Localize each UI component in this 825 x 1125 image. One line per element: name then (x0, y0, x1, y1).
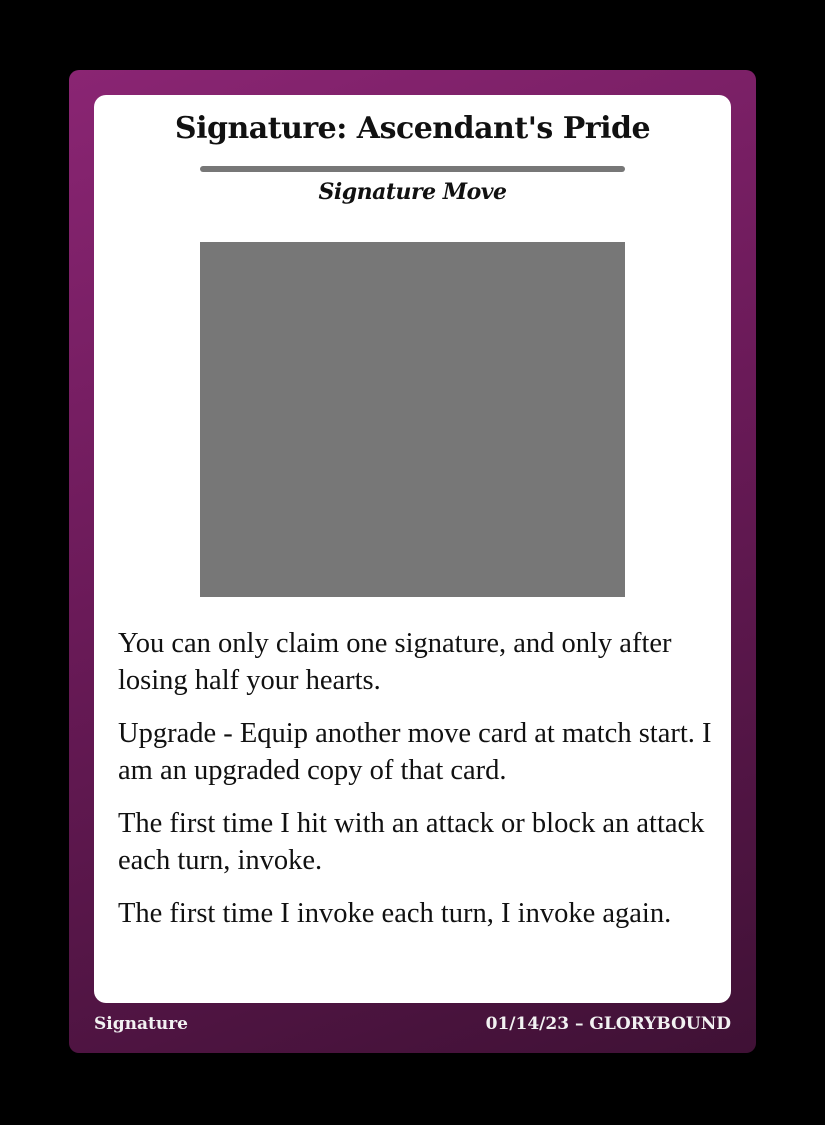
card-title: Signature: Ascendant's Pride (174, 111, 651, 146)
footer-date-set: 01/14/23 – GLORYBOUND (485, 1014, 731, 1034)
title-divider (200, 166, 625, 172)
rules-paragraph: Upgrade - Equip another move card at mat… (118, 718, 712, 786)
card-type-line: Signature Move (318, 179, 507, 205)
card-body: Signature: Ascendant's Pride Signature M… (94, 95, 731, 1003)
rules-paragraph: You can only claim one signature, and on… (118, 628, 672, 696)
page: Signature: Ascendant's Pride Signature M… (0, 0, 825, 1125)
rules-text-box: You can only claim one signature, and on… (118, 625, 718, 948)
card-art-placeholder (200, 242, 625, 597)
footer-category: Signature (94, 1014, 188, 1034)
card-frame: Signature: Ascendant's Pride Signature M… (69, 70, 756, 1053)
rules-paragraph: The first time I invoke each turn, I inv… (118, 898, 672, 929)
rules-paragraph: The first time I hit with an attack or b… (118, 808, 705, 876)
